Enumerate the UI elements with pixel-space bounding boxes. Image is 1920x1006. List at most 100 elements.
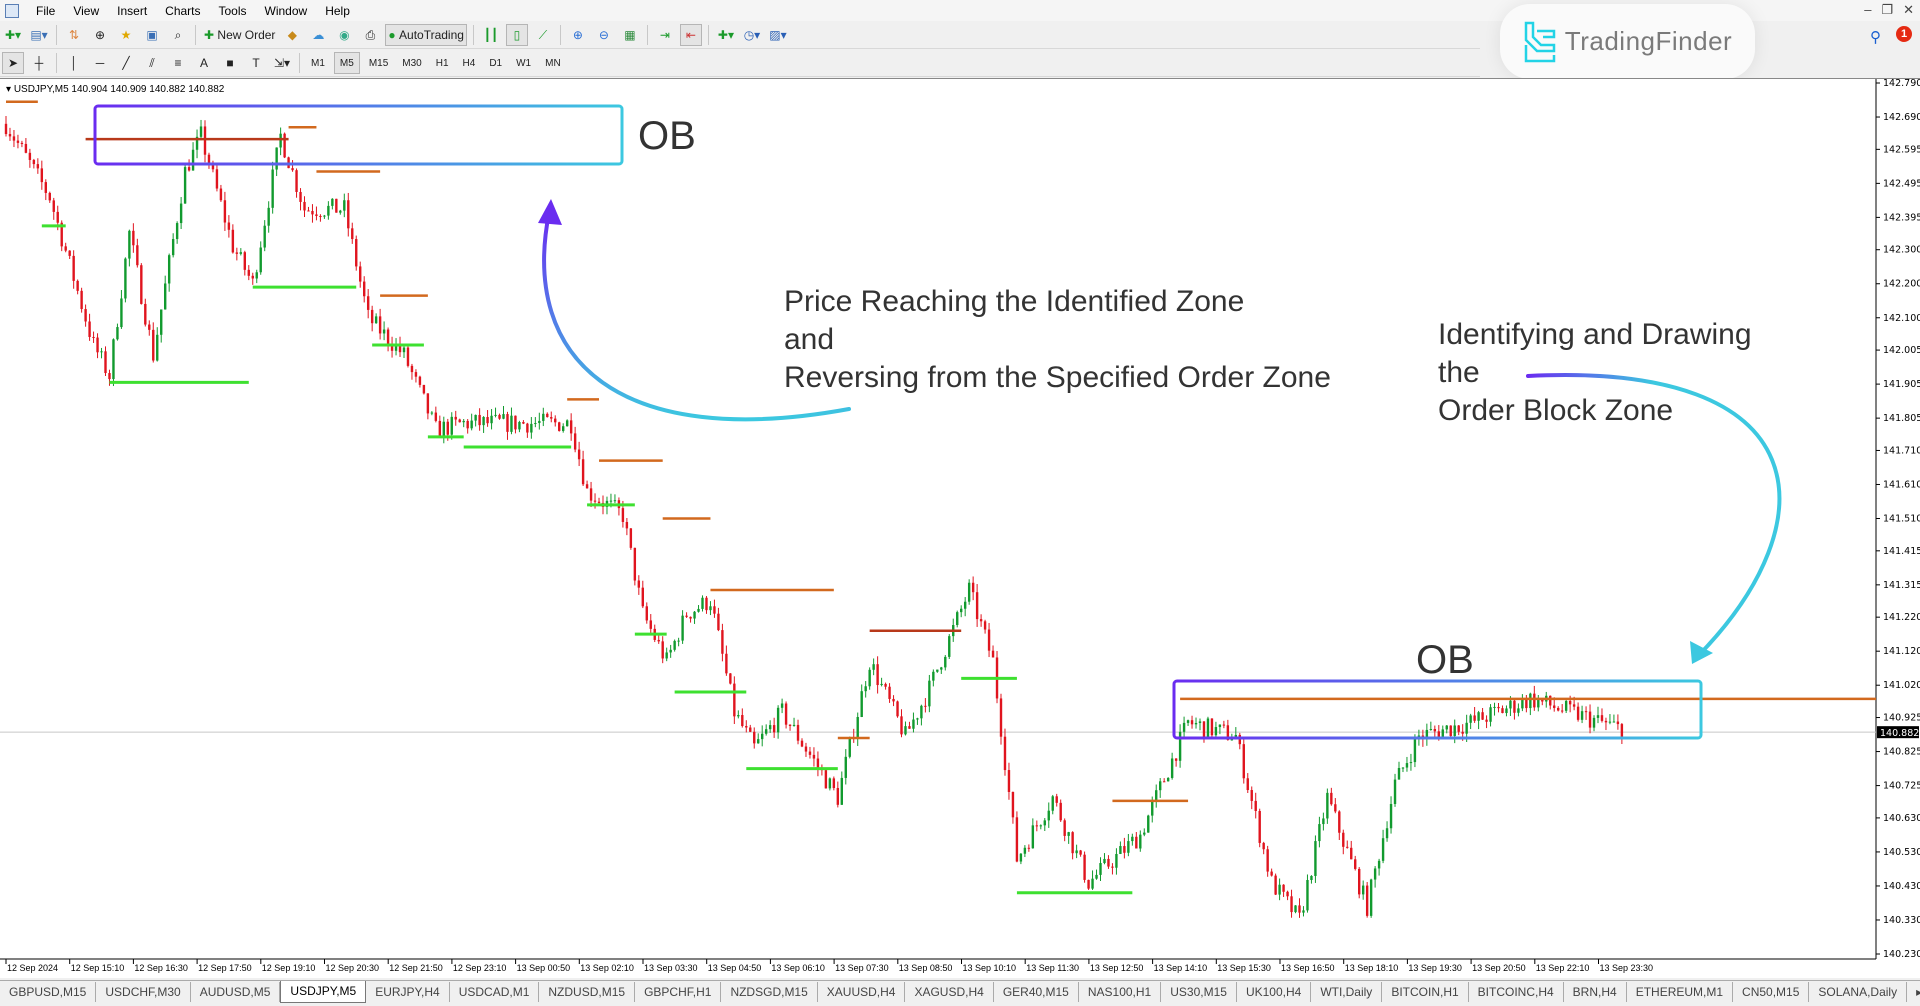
candle-body: [629, 528, 633, 548]
autotrading-button[interactable]: ● AutoTrading: [385, 24, 467, 46]
chart-window[interactable]: 142.790 142.690 142.595 142.495 142.395 142.3…: [0, 78, 1920, 978]
metaeditor-icon[interactable]: ◆: [281, 24, 303, 46]
cursor-icon[interactable]: ➤: [2, 52, 24, 74]
candle-body: [1449, 725, 1452, 737]
trendline-icon[interactable]: ╱: [115, 52, 137, 74]
cloud-icon[interactable]: ☁: [307, 24, 329, 46]
market-watch-icon[interactable]: ⇅: [63, 24, 85, 46]
chart-tab[interactable]: US30,M15: [1161, 982, 1237, 1002]
chart-tab[interactable]: GBPCHF,H1: [635, 982, 722, 1002]
tile-windows-icon[interactable]: ▦: [619, 24, 641, 46]
chart-tab[interactable]: BITCOIN,H1: [1382, 982, 1469, 1002]
chart-tab[interactable]: USDCHF,M30: [96, 982, 191, 1002]
menu-insert[interactable]: Insert: [108, 4, 156, 18]
bar-chart-icon[interactable]: ┃┃: [480, 24, 502, 46]
chart-tab[interactable]: NZDUSD,M15: [539, 982, 636, 1002]
candle-body: [665, 652, 668, 659]
candle-body: [697, 608, 700, 612]
candle-body: [963, 601, 967, 609]
candle-body: [788, 724, 792, 726]
candlestick-icon[interactable]: ▯: [505, 24, 528, 46]
chart-tab[interactable]: XAUUSD,H4: [818, 982, 906, 1002]
zoom-out-icon[interactable]: ⊖: [593, 24, 615, 46]
menu-charts[interactable]: Charts: [156, 4, 209, 18]
price-chart[interactable]: 142.790 142.690 142.595 142.495 142.395 142.3…: [0, 79, 1920, 979]
chart-tab[interactable]: WTI,Daily: [1311, 982, 1383, 1002]
channel-icon[interactable]: ⫽: [141, 52, 163, 74]
chart-tab[interactable]: GER40,M15: [994, 982, 1079, 1002]
menu-window[interactable]: Window: [256, 4, 317, 18]
print-icon[interactable]: ⎙: [359, 24, 381, 46]
chart-tab[interactable]: NZDSGD,M15: [721, 982, 818, 1002]
candles: [4, 115, 1624, 918]
fibonacci-icon[interactable]: ≡: [167, 52, 189, 74]
tab-scroll-right-icon[interactable]: ▸: [1907, 982, 1920, 1002]
terminal-icon[interactable]: ▣: [141, 24, 163, 46]
timeframe-m30[interactable]: M30: [397, 52, 426, 74]
strategy-tester-icon[interactable]: ⌕: [167, 24, 189, 46]
price-label: 140.230: [1883, 949, 1920, 960]
crosshair-nav-icon[interactable]: ⊕: [89, 24, 111, 46]
timeframe-w1[interactable]: W1: [511, 52, 536, 74]
menu-tools[interactable]: Tools: [210, 4, 256, 18]
restore-icon[interactable]: ❐: [1881, 2, 1893, 18]
chart-tab[interactable]: XAGUSD,H4: [905, 982, 994, 1002]
timeframe-mn[interactable]: MN: [540, 52, 566, 74]
timeframe-d1[interactable]: D1: [484, 52, 507, 74]
templates-icon[interactable]: ▨▾: [767, 24, 789, 46]
signals-icon[interactable]: ◉: [333, 24, 355, 46]
text-icon[interactable]: A: [193, 52, 215, 74]
periods-icon[interactable]: ◷▾: [741, 24, 763, 46]
close-icon[interactable]: ✕: [1903, 2, 1914, 18]
candle-body: [1186, 720, 1190, 723]
indicators-icon[interactable]: ✚▾: [715, 24, 737, 46]
timeframe-h1[interactable]: H1: [431, 52, 454, 74]
candle-body: [649, 620, 652, 629]
profiles-icon[interactable]: ▤▾: [28, 24, 50, 46]
menu-help[interactable]: Help: [316, 4, 359, 18]
chart-tab[interactable]: SOLANA,Daily: [1809, 982, 1908, 1002]
chart-tab[interactable]: ETHEREUM,M1: [1627, 982, 1734, 1002]
new-order-button[interactable]: ✚ New Order: [202, 24, 277, 46]
chart-tab[interactable]: BITCOINC,H4: [1469, 982, 1564, 1002]
new-chart-icon[interactable]: ✚▾: [2, 24, 24, 46]
candle-body: [223, 200, 227, 223]
candle-body: [454, 416, 457, 420]
time-label: 13 Sep 10:10: [963, 963, 1017, 973]
autoscroll-icon[interactable]: ⇤: [679, 24, 702, 46]
timeframe-m1[interactable]: M1: [306, 52, 330, 74]
vertical-line-icon[interactable]: │: [63, 52, 85, 74]
chart-shift-icon[interactable]: ⇥: [654, 24, 676, 46]
candle-body: [16, 140, 20, 143]
candle-body: [546, 413, 549, 418]
chart-symbol-header: ▾ USDJPY,M5 140.904 140.909 140.882 140.…: [6, 84, 225, 95]
arrows-icon[interactable]: ⇲▾: [271, 52, 293, 74]
chart-tab[interactable]: CN50,M15: [1733, 982, 1810, 1002]
favorites-icon[interactable]: ★: [115, 24, 137, 46]
timeframe-m5[interactable]: M5: [333, 52, 360, 74]
minimize-icon[interactable]: –: [1864, 2, 1871, 18]
candle-body: [1493, 706, 1496, 708]
crosshair-icon[interactable]: ┼: [28, 52, 50, 74]
candle-body: [351, 228, 354, 240]
menu-view[interactable]: View: [64, 4, 108, 18]
zoom-in-icon[interactable]: ⊕: [567, 24, 589, 46]
timeframe-h4[interactable]: H4: [458, 52, 481, 74]
text-label-icon[interactable]: T: [245, 52, 267, 74]
rectangle-icon[interactable]: ■: [219, 52, 241, 74]
chart-tab[interactable]: USDCAD,M1: [450, 982, 540, 1002]
chart-tab[interactable]: GBPUSD,M15: [0, 982, 97, 1002]
chart-tab[interactable]: AUDUSD,M5: [191, 982, 281, 1002]
time-label: 13 Sep 00:50: [517, 963, 571, 973]
menu-file[interactable]: File: [27, 4, 64, 18]
timeframe-m15[interactable]: M15: [364, 52, 393, 74]
chart-tab[interactable]: NAS100,H1: [1079, 982, 1162, 1002]
notifications-badge[interactable]: 1: [1896, 26, 1912, 42]
chart-tab[interactable]: BRN,H4: [1564, 982, 1627, 1002]
search-icon[interactable]: ⚲: [1870, 28, 1881, 46]
line-chart-icon[interactable]: ⟋: [532, 24, 554, 46]
chart-tab[interactable]: USDJPY,M5: [280, 981, 367, 1003]
horizontal-line-icon[interactable]: ─: [89, 52, 111, 74]
chart-tab[interactable]: UK100,H4: [1237, 982, 1312, 1002]
chart-tab[interactable]: EURJPY,H4: [366, 982, 450, 1002]
